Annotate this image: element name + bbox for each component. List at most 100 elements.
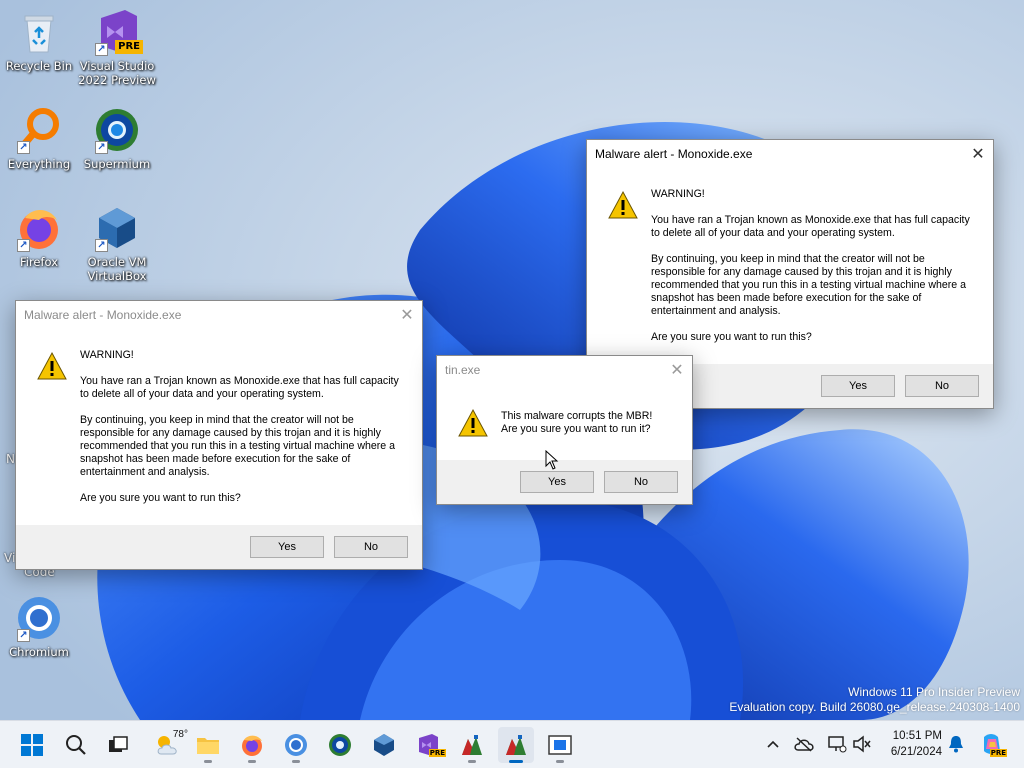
virtualbox-icon: ↗	[93, 204, 141, 252]
chevron-up-icon	[767, 740, 779, 748]
dialog-title: Malware alert - Monoxide.exe	[24, 308, 182, 322]
taskbar-app-2[interactable]	[498, 727, 534, 763]
chromium-icon: ↗	[15, 594, 63, 642]
warning-heading: WARNING!	[80, 349, 134, 361]
no-button[interactable]: No	[905, 375, 979, 397]
partial-desktop-label: Vi	[4, 551, 16, 565]
shortcut-arrow-icon: ↗	[17, 239, 30, 252]
running-indicator	[468, 760, 476, 763]
confirm-question: Are you sure you want to run this?	[80, 492, 241, 504]
mbr-question-line: Are you sure you want to run it?	[501, 423, 651, 435]
running-indicator	[509, 760, 523, 763]
close-icon[interactable]: ✕	[392, 301, 422, 329]
running-indicator	[556, 760, 564, 763]
desktop-icon-supermium[interactable]: ↗ Supermium	[78, 106, 156, 171]
firefox-icon	[242, 735, 262, 756]
shortcut-arrow-icon: ↗	[95, 141, 108, 154]
evaluation-watermark: Windows 11 Pro Insider Preview Evaluatio…	[729, 685, 1020, 715]
recycle-bin-icon	[15, 8, 63, 56]
desktop-icon-virtualbox[interactable]: ↗ Oracle VM VirtualBox	[78, 204, 156, 283]
preview-badge: PRE	[115, 40, 143, 54]
tray-volume-button[interactable]	[851, 733, 873, 755]
windows-logo-icon	[21, 734, 43, 756]
no-button[interactable]: No	[334, 536, 408, 558]
supermium-icon	[329, 734, 351, 756]
taskbar-firefox[interactable]	[234, 727, 270, 763]
notifications-button[interactable]	[945, 733, 967, 755]
taskbar-app-3[interactable]	[542, 727, 578, 763]
weather-widget[interactable]: 78°	[148, 727, 188, 763]
chromium-icon	[285, 734, 307, 756]
running-indicator	[248, 760, 256, 763]
dialog-titlebar[interactable]: tin.exe ✕	[437, 356, 692, 384]
dialog-titlebar[interactable]: Malware alert - Monoxide.exe ✕	[16, 301, 422, 329]
close-icon[interactable]: ✕	[662, 356, 692, 384]
watermark-build: Evaluation copy. Build 26080.ge_release.…	[729, 700, 1020, 714]
running-indicator	[204, 760, 212, 763]
virtualbox-icon	[374, 734, 394, 756]
desktop-icon-visual-studio-preview[interactable]: PRE ↗ Visual Studio 2022 Preview	[78, 8, 156, 87]
shortcut-arrow-icon: ↗	[95, 43, 108, 56]
shortcut-arrow-icon: ↗	[17, 629, 30, 642]
system-clock[interactable]: 10:51 PM 6/21/2024	[891, 728, 942, 760]
warning-paragraph: You have ran a Trojan known as Monoxide.…	[80, 375, 399, 400]
running-indicator	[292, 760, 300, 763]
everything-search-icon: ↗	[15, 106, 63, 154]
volume-muted-icon	[853, 735, 871, 753]
disclaimer-paragraph: By continuing, you keep in mind that the…	[651, 253, 967, 317]
taskbar-chromium[interactable]	[278, 727, 314, 763]
yes-button[interactable]: Yes	[520, 471, 594, 493]
bell-icon	[949, 736, 963, 753]
preview-badge: PRE	[428, 749, 446, 757]
app-icon-3	[548, 735, 572, 755]
taskbar-supermium[interactable]	[322, 727, 358, 763]
taskbar-app-1[interactable]	[454, 727, 490, 763]
dialog-titlebar[interactable]: Malware alert - Monoxide.exe ✕	[587, 140, 993, 168]
malware-alert-dialog-left[interactable]: Malware alert - Monoxide.exe ✕ WARNING! …	[15, 300, 423, 570]
taskbar: 78° PRE 10:51 PM 6/21/2024 PRE	[0, 720, 1024, 768]
task-view-button[interactable]	[100, 727, 136, 763]
desktop-icon-chromium[interactable]: ↗ Chromium	[0, 594, 78, 659]
yes-button[interactable]: Yes	[821, 375, 895, 397]
taskbar-file-explorer[interactable]	[190, 727, 226, 763]
start-button[interactable]	[14, 727, 50, 763]
clock-time: 10:51 PM	[892, 730, 942, 742]
network-icon	[828, 736, 847, 753]
close-icon[interactable]: ✕	[963, 140, 993, 168]
taskbar-visual-studio[interactable]: PRE	[410, 727, 446, 763]
warning-icon	[37, 351, 67, 380]
cloud-offline-icon	[794, 737, 814, 752]
mbr-warning-line: This malware corrupts the MBR!	[501, 410, 653, 422]
dialog-title: Malware alert - Monoxide.exe	[595, 147, 753, 161]
confirm-question: Are you sure you want to run this?	[651, 331, 812, 343]
show-hidden-icons-button[interactable]	[762, 733, 784, 755]
copilot-button[interactable]: PRE	[979, 733, 1007, 757]
preview-badge: PRE	[989, 749, 1007, 757]
tray-network-button[interactable]	[826, 733, 848, 755]
file-explorer-icon	[197, 738, 219, 754]
disclaimer-paragraph: By continuing, you keep in mind that the…	[80, 414, 396, 478]
desktop-icon-everything[interactable]: ↗ Everything	[0, 106, 78, 171]
mbr-alert-dialog[interactable]: tin.exe ✕ This malware corrupts the MBR!…	[436, 355, 693, 505]
taskbar-virtualbox[interactable]	[366, 727, 402, 763]
supermium-icon: ↗	[93, 106, 141, 154]
clock-date: 6/21/2024	[890, 746, 942, 758]
yes-button[interactable]: Yes	[250, 536, 324, 558]
desktop-icon-recycle-bin[interactable]: Recycle Bin	[0, 8, 78, 73]
desktop-icon-firefox[interactable]: ↗ Firefox	[0, 204, 78, 269]
search-button[interactable]	[58, 727, 94, 763]
no-button[interactable]: No	[604, 471, 678, 493]
firefox-icon: ↗	[15, 204, 63, 252]
warning-heading: WARNING!	[651, 188, 705, 200]
shortcut-arrow-icon: ↗	[95, 239, 108, 252]
tray-cloud-button[interactable]	[793, 733, 815, 755]
visual-studio-preview-icon: PRE ↗	[93, 8, 143, 56]
shortcut-arrow-icon: ↗	[17, 141, 30, 154]
search-icon	[66, 735, 86, 755]
task-view-icon	[109, 736, 128, 752]
partial-desktop-label: N	[6, 452, 15, 466]
app-icon-2	[506, 735, 526, 755]
dialog-title: tin.exe	[445, 363, 481, 377]
weather-temperature: 78°	[172, 729, 188, 740]
warning-paragraph: You have ran a Trojan known as Monoxide.…	[651, 214, 970, 239]
